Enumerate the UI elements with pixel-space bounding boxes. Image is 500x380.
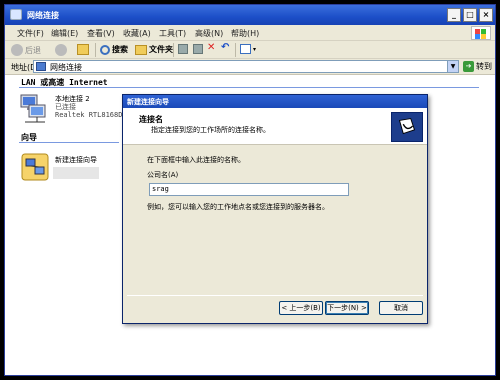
dialog-header: 连接名 指定连接到您的工作场所的连接名称。	[123, 108, 427, 145]
back-step-button[interactable]: < 上一步(B)	[279, 301, 323, 315]
title-bar: 网络连接 _ □ ×	[5, 5, 495, 25]
new-connection-wizard-icon[interactable]	[21, 153, 51, 183]
toolbar-separator	[95, 43, 96, 57]
folders-button[interactable]: 文件夹	[135, 44, 173, 55]
next-step-button[interactable]: 下一步(N) >	[325, 301, 369, 315]
network-folder-icon	[10, 9, 22, 20]
menu-tools[interactable]: 工具(T)	[159, 28, 186, 39]
go-button[interactable]: ➔ 转到	[463, 61, 492, 72]
forward-button[interactable]	[55, 44, 67, 56]
close-button[interactable]: ×	[479, 8, 493, 22]
company-name-input[interactable]: srag	[149, 183, 349, 196]
menu-advanced[interactable]: 高级(N)	[195, 28, 223, 39]
dialog-subheading: 指定连接到您的工作场所的连接名称。	[151, 126, 270, 134]
wizard-item-highlight	[53, 167, 99, 179]
back-arrow-icon	[11, 44, 23, 56]
maximize-button[interactable]: □	[463, 8, 477, 22]
menu-help[interactable]: 帮助(H)	[231, 28, 259, 39]
chevron-down-icon: ▾	[253, 45, 257, 53]
windows-logo-icon	[471, 26, 491, 40]
toolbar-separator	[235, 43, 236, 57]
address-value: 网络连接	[50, 63, 82, 72]
address-input[interactable]: 网络连接 ▼	[33, 60, 459, 73]
company-name-label: 公司名(A)	[147, 171, 179, 179]
menu-view[interactable]: 查看(V)	[87, 28, 115, 39]
move-to-button[interactable]	[178, 44, 188, 54]
forward-arrow-icon	[55, 44, 67, 56]
undo-icon[interactable]: ↶	[221, 42, 229, 53]
dialog-heading: 连接名	[139, 115, 163, 124]
copy-to-button[interactable]	[193, 44, 203, 54]
views-icon	[240, 44, 251, 54]
up-folder-button[interactable]	[77, 44, 89, 55]
toolbar: 后退 搜索 文件夹 ✕ ↶ ▾	[5, 41, 495, 59]
new-connection-wizard-dialog: 新建连接向导 连接名 指定连接到您的工作场所的连接名称。 在下面框中输入此连接的…	[122, 94, 428, 324]
network-connection-icon[interactable]	[19, 93, 47, 123]
dialog-instruction: 在下面框中输入此连接的名称。	[147, 156, 245, 164]
chevron-down-icon[interactable]: ▼	[447, 61, 458, 72]
search-icon	[100, 44, 110, 55]
dialog-example-text: 例如，您可以输入您的工作地点名或您连接到的服务器名。	[147, 203, 329, 211]
menu-bar: 文件(F) 编辑(E) 查看(V) 收藏(A) 工具(T) 高级(N) 帮助(H…	[5, 25, 495, 41]
toolbar-separator	[173, 43, 174, 57]
folders-icon	[135, 44, 147, 55]
delete-icon[interactable]: ✕	[207, 42, 215, 53]
copy-to-icon	[193, 44, 203, 54]
search-button[interactable]: 搜索	[100, 44, 128, 55]
views-button[interactable]: ▾	[240, 44, 256, 54]
window-title: 网络连接	[27, 11, 59, 20]
address-bar: 地址(D) 网络连接 ▼ ➔ 转到	[5, 59, 495, 75]
minimize-button[interactable]: _	[447, 8, 461, 22]
wizard-item-label[interactable]: 新建连接向导	[55, 155, 97, 165]
menu-file[interactable]: 文件(F)	[17, 28, 44, 39]
dialog-separator	[127, 295, 423, 296]
connection-wizard-icon	[391, 112, 423, 142]
menu-edit[interactable]: 编辑(E)	[51, 28, 78, 39]
up-folder-icon	[77, 44, 89, 55]
menu-favorites[interactable]: 收藏(A)	[123, 28, 151, 39]
dialog-title: 新建连接向导	[123, 95, 427, 108]
cancel-button[interactable]: 取消	[379, 301, 423, 315]
go-arrow-icon: ➔	[463, 61, 474, 72]
group-divider	[19, 142, 119, 143]
network-folder-icon	[36, 62, 46, 71]
move-to-icon	[178, 44, 188, 54]
group-divider	[19, 87, 479, 88]
explorer-window: 网络连接 _ □ × 文件(F) 编辑(E) 查看(V) 收藏(A) 工具(T)…	[4, 4, 496, 376]
back-button[interactable]: 后退	[11, 44, 41, 56]
